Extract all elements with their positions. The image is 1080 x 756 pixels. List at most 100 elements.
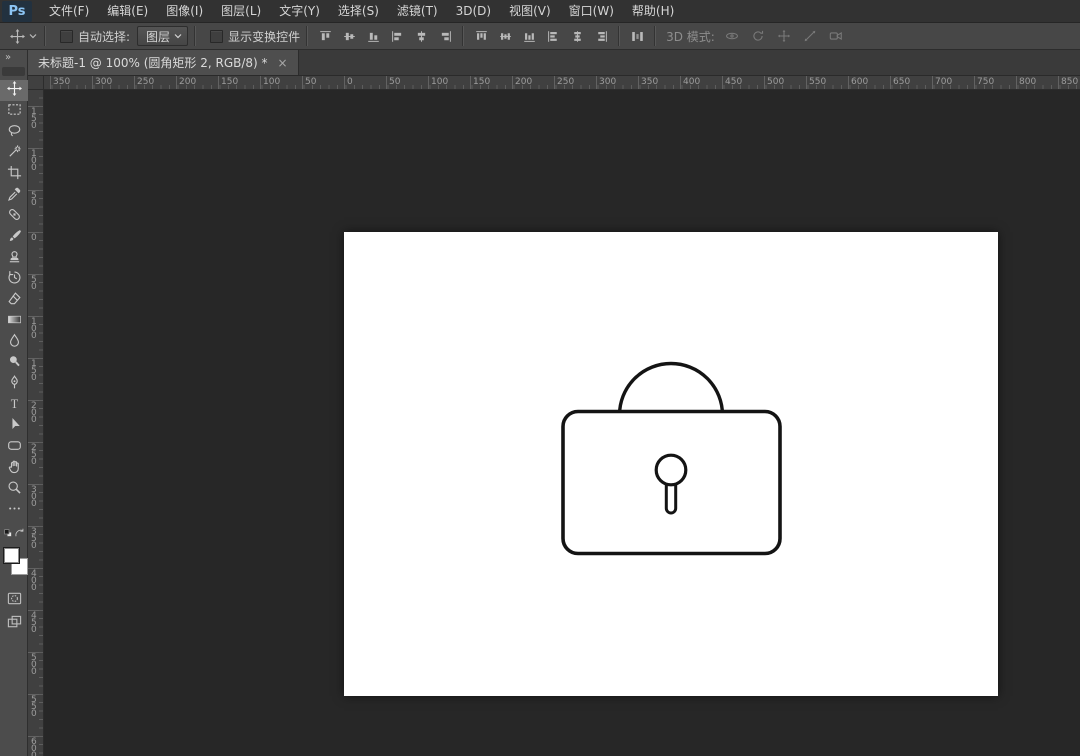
eyedropper-tool[interactable] xyxy=(0,185,28,206)
menu-item-3[interactable]: 图层(L) xyxy=(212,0,270,23)
menu-item-7[interactable]: 3D(D) xyxy=(447,0,500,23)
ruler-label: 400 xyxy=(683,77,700,87)
separator xyxy=(306,26,308,46)
distribute-vertical-centers-icon[interactable] xyxy=(494,25,516,47)
move-icon[interactable] xyxy=(6,25,28,47)
horizontal-ruler[interactable]: 3503002502001501005005010015020025030035… xyxy=(44,76,1080,90)
ruler-tick xyxy=(512,76,513,90)
rounded-rectangle-tool[interactable] xyxy=(0,437,28,458)
menu-item-5[interactable]: 选择(S) xyxy=(329,0,388,23)
distribute-right-icon[interactable] xyxy=(590,25,612,47)
ruler-origin-corner[interactable] xyxy=(28,76,44,90)
gradient-icon xyxy=(7,312,22,331)
eraser-icon xyxy=(7,291,22,310)
magic-wand-tool[interactable] xyxy=(0,143,28,164)
lasso-tool[interactable] xyxy=(0,122,28,143)
ruler-label: 50 xyxy=(389,77,400,87)
vertical-ruler[interactable]: 1 5 01 0 05 005 01 0 01 5 02 0 02 5 03 0… xyxy=(28,90,44,756)
eraser-tool[interactable] xyxy=(0,290,28,311)
blur-icon xyxy=(7,333,22,352)
3d-camera-icon[interactable] xyxy=(825,25,847,47)
menu-item-1[interactable]: 编辑(E) xyxy=(98,0,157,23)
type-tool[interactable]: T xyxy=(0,395,28,416)
ruler-label: 850 xyxy=(1061,77,1078,87)
document-tab-title: 未标题-1 @ 100% (圆角矩形 2, RGB/8) * xyxy=(38,54,268,71)
menu-item-8[interactable]: 视图(V) xyxy=(500,0,560,23)
collapse-panel-icon[interactable]: » xyxy=(0,50,27,64)
quick-mask-button[interactable] xyxy=(0,588,28,612)
crop-tool[interactable] xyxy=(0,164,28,185)
3d-slide-icon[interactable] xyxy=(799,25,821,47)
foreground-color-swatch[interactable] xyxy=(3,547,20,564)
align-left-icon[interactable] xyxy=(386,25,408,47)
clone-stamp-tool[interactable] xyxy=(0,248,28,269)
document-canvas[interactable] xyxy=(344,232,998,696)
eyedropper-icon xyxy=(7,186,22,205)
distribute-top-icon[interactable] xyxy=(470,25,492,47)
menu-item-6[interactable]: 滤镜(T) xyxy=(388,0,447,23)
photoshop-logo: Ps xyxy=(2,1,32,22)
menu-item-4[interactable]: 文字(Y) xyxy=(270,0,329,23)
ellipsis-icon xyxy=(7,501,22,520)
menu-item-10[interactable]: 帮助(H) xyxy=(623,0,683,23)
distribute-spacing-icon[interactable] xyxy=(626,25,648,47)
ruler-tick xyxy=(1016,76,1017,90)
3d-pan-icon[interactable] xyxy=(773,25,795,47)
menu-item-9[interactable]: 窗口(W) xyxy=(560,0,623,23)
distribute-horizontal-centers-icon[interactable] xyxy=(566,25,588,47)
move-tool[interactable] xyxy=(0,80,28,101)
ruler-label: 3 5 0 xyxy=(31,529,37,550)
align-right-icon[interactable] xyxy=(434,25,456,47)
ruler-label: 100 xyxy=(431,77,448,87)
ruler-label: 600 xyxy=(851,77,868,87)
color-swatches xyxy=(2,546,28,582)
distribute-left-icon[interactable] xyxy=(542,25,564,47)
close-icon[interactable]: × xyxy=(278,56,288,70)
show-transform-checkbox[interactable] xyxy=(210,30,223,43)
align-top-icon[interactable] xyxy=(314,25,336,47)
align-vertical-centers-icon[interactable] xyxy=(338,25,360,47)
ruler-tick xyxy=(302,76,303,90)
dodge-tool[interactable] xyxy=(0,353,28,374)
pasteboard[interactable] xyxy=(44,90,1080,756)
ruler-label: 2 5 0 xyxy=(31,445,37,466)
ruler-label: 2 0 0 xyxy=(31,403,37,424)
swap-colors-icon[interactable] xyxy=(14,524,25,543)
distribute-bottom-icon[interactable] xyxy=(518,25,540,47)
default-colors-icon[interactable] xyxy=(4,524,14,543)
ruler-label: 5 0 xyxy=(31,277,37,291)
edit-toolbar[interactable] xyxy=(0,500,28,521)
auto-select-dropdown[interactable]: 图层 xyxy=(137,26,188,46)
align-bottom-icon[interactable] xyxy=(362,25,384,47)
zoom-tool[interactable] xyxy=(0,479,28,500)
3d-roll-icon[interactable] xyxy=(747,25,769,47)
screen-mode-button[interactable] xyxy=(0,612,28,636)
auto-select-checkbox[interactable] xyxy=(60,30,73,43)
menu-item-0[interactable]: 文件(F) xyxy=(40,0,98,23)
ruler-tick xyxy=(92,76,93,90)
ruler-label: 0 xyxy=(347,77,353,87)
gradient-tool[interactable] xyxy=(0,311,28,332)
spot-healing-brush-tool[interactable] xyxy=(0,206,28,227)
path-selection-tool[interactable] xyxy=(0,416,28,437)
align-horizontal-centers-icon[interactable] xyxy=(410,25,432,47)
lock-outline-artwork xyxy=(344,232,998,696)
ruler-label: 300 xyxy=(95,77,112,87)
blur-tool[interactable] xyxy=(0,332,28,353)
3d-orbit-icon[interactable] xyxy=(721,25,743,47)
menu-item-2[interactable]: 图像(I) xyxy=(157,0,212,23)
chevron-down-icon[interactable] xyxy=(28,25,38,47)
ruler-tick xyxy=(176,76,177,90)
hand-tool[interactable] xyxy=(0,458,28,479)
document-tab[interactable]: 未标题-1 @ 100% (圆角矩形 2, RGB/8) * × xyxy=(28,50,299,75)
history-brush-tool[interactable] xyxy=(0,269,28,290)
panel-grip[interactable] xyxy=(2,67,25,76)
ruler-tick xyxy=(638,76,639,90)
ruler-label: 5 0 xyxy=(31,193,37,207)
ruler-label: 6 0 0 xyxy=(31,739,37,756)
move-icon xyxy=(7,81,22,100)
pen-tool[interactable] xyxy=(0,374,28,395)
rectangular-marquee-tool[interactable] xyxy=(0,101,28,122)
brush-tool[interactable] xyxy=(0,227,28,248)
ruler-label: 500 xyxy=(767,77,784,87)
